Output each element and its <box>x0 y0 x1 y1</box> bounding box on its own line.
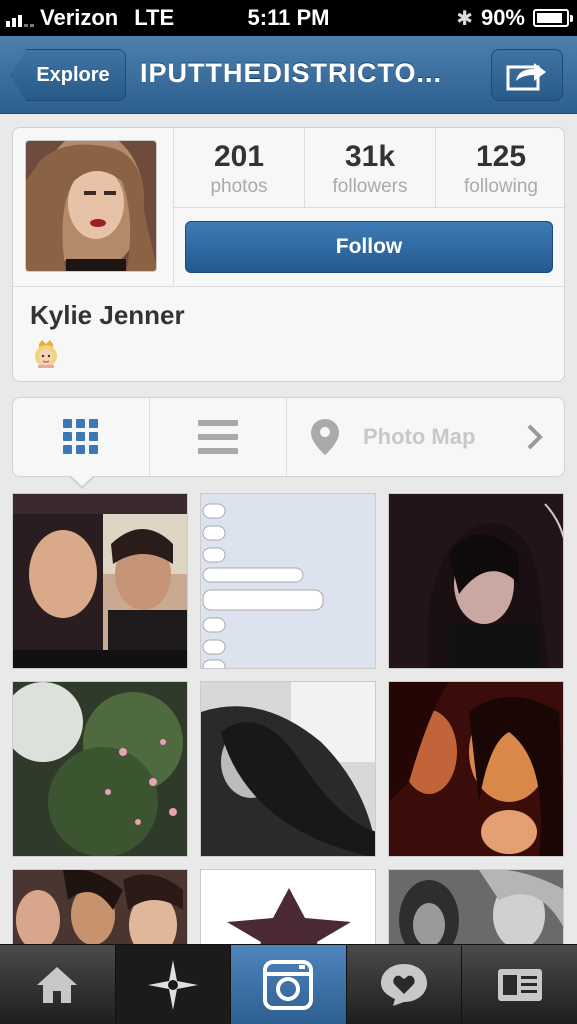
profile-full-name: Kylie Jenner <box>30 300 185 330</box>
tab-news[interactable] <box>347 945 463 1024</box>
photo-tile[interactable] <box>200 493 376 669</box>
photo-tile[interactable] <box>12 681 188 857</box>
share-button[interactable] <box>491 49 563 101</box>
navigation-bar: Explore IPUTTHEDISTRICTO... <box>0 36 577 114</box>
stat-photos-count: 201 <box>213 140 265 173</box>
princess-emoji-icon <box>35 340 57 368</box>
profile-stats: 201 photos 31k followers 125 following <box>173 128 566 208</box>
stat-photos[interactable]: 201 photos <box>174 128 305 207</box>
avatar[interactable] <box>25 140 157 272</box>
stat-followers-label: followers <box>332 176 408 197</box>
divider <box>173 208 174 286</box>
photo-map-button[interactable]: Photo Map <box>287 398 564 476</box>
photo-tile[interactable] <box>12 493 188 669</box>
stat-followers-count: 31k <box>344 140 396 173</box>
list-icon <box>198 420 238 454</box>
tab-profile[interactable] <box>462 945 577 1024</box>
map-pin-icon <box>311 419 339 455</box>
photo-tile[interactable] <box>388 681 564 857</box>
active-tab-caret <box>69 474 95 486</box>
photo-tile[interactable] <box>200 681 376 857</box>
status-bar: Verizon LTE 5:11 PM ✱ 90% <box>0 0 577 36</box>
stat-following-label: following <box>464 176 538 197</box>
stat-photos-label: photos <box>210 176 268 197</box>
stat-following-count: 125 <box>475 140 527 173</box>
heart-bubble-icon <box>381 963 428 1006</box>
follow-button[interactable]: Follow <box>185 221 553 273</box>
tab-camera[interactable] <box>231 945 347 1024</box>
tab-home[interactable] <box>0 945 116 1024</box>
photo-tile[interactable] <box>388 493 564 669</box>
explore-back-button[interactable]: Explore <box>10 49 126 101</box>
page-title: IPUTTHEDISTRICTO... <box>140 58 443 88</box>
tab-explore[interactable] <box>115 945 232 1024</box>
profile-card-icon <box>497 968 542 1001</box>
grid-view-button[interactable] <box>13 398 150 476</box>
profile-card: 201 photos 31k followers 125 following F… <box>12 127 566 382</box>
bluetooth-icon: ✱ <box>456 7 473 30</box>
divider <box>13 286 564 287</box>
share-icon <box>506 63 546 91</box>
chevron-right-icon <box>527 424 543 450</box>
list-view-button[interactable] <box>150 398 287 476</box>
tab-bar <box>0 944 577 1024</box>
stat-following[interactable]: 125 following <box>436 128 566 207</box>
view-switcher: Photo Map <box>12 397 565 489</box>
stat-followers[interactable]: 31k followers <box>305 128 436 207</box>
photo-map-label: Photo Map <box>363 424 476 449</box>
grid-icon <box>63 419 98 454</box>
explore-star-icon <box>147 959 198 1010</box>
battery-percent: 90% <box>480 5 525 30</box>
home-icon <box>37 966 78 1003</box>
battery-icon <box>533 9 573 27</box>
camera-icon <box>263 959 314 1010</box>
